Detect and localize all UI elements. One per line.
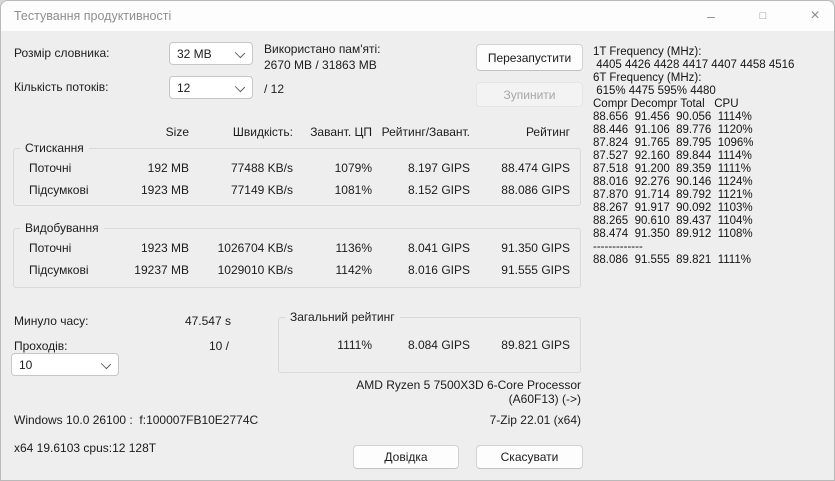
total-rating-row: 1111% 8.084 GIPS 89.821 GIPS bbox=[13, 338, 581, 352]
minimize-icon[interactable]: – bbox=[689, 1, 733, 31]
cpu-panel-line: 88.016 92.276 90.146 1124% bbox=[593, 176, 753, 188]
cpu-panel-line: 87.824 91.765 89.795 1096% bbox=[593, 137, 754, 149]
dictionary-size-select[interactable]: 32 MB bbox=[169, 42, 253, 65]
threads-label: Кількість потоків: bbox=[14, 80, 109, 94]
compression-group-title: Стискання bbox=[25, 141, 84, 155]
window-title: Тестування продуктивності bbox=[14, 9, 172, 23]
cpu-panel-line: 88.265 90.610 89.437 1104% bbox=[593, 215, 753, 227]
cpu-panel-line: 4405 4426 4428 4417 4407 4458 4516 bbox=[593, 59, 795, 71]
column-header-size: Size bbox=[165, 125, 189, 139]
cancel-button[interactable]: Скасувати bbox=[476, 445, 583, 469]
row-label: Підсумкові bbox=[29, 183, 89, 197]
cpu-panel-line: ------------- bbox=[593, 241, 643, 253]
cpu-panel-line: 88.656 91.456 90.056 1114% bbox=[593, 111, 752, 123]
cpu-frequency-panel: 1T Frequency (MHz): 4405 4426 4428 4417 … bbox=[593, 46, 833, 267]
total-rating: 89.821 GIPS bbox=[501, 338, 570, 352]
help-button[interactable]: Довідка bbox=[353, 445, 459, 469]
os-info-text: Windows 10.0 26100 : f:100007FB10E2774C bbox=[14, 413, 259, 427]
cpu-id-text: (A60F13) (->) bbox=[508, 392, 581, 406]
benchmark-dialog: Тестування продуктивності – □ × Розмір с… bbox=[0, 0, 835, 481]
restart-button[interactable]: Перезапустити bbox=[476, 44, 583, 71]
passes-count-value: 10 bbox=[19, 357, 33, 372]
total-cpu-usage: 1111% bbox=[337, 338, 372, 352]
cpu-panel-line: Compr Decompr Total CPU bbox=[593, 98, 739, 110]
threads-select[interactable]: 12 bbox=[169, 76, 253, 99]
threads-value: 12 bbox=[177, 80, 191, 95]
memory-used-value: 2670 MB / 31863 MB bbox=[264, 58, 377, 72]
row-label: Поточні bbox=[29, 161, 72, 175]
chevron-down-icon bbox=[101, 360, 111, 370]
column-header-cpu-usage: Завант. ЦП bbox=[310, 125, 372, 139]
cpu-panel-line: 6T Frequency (MHz): bbox=[593, 72, 702, 84]
chevron-down-icon bbox=[235, 49, 245, 59]
cpu-panel-line: 88.446 91.106 89.776 1120% bbox=[593, 124, 753, 136]
row-label: Підсумкові bbox=[29, 263, 89, 277]
dictionary-size-value: 32 MB bbox=[177, 46, 212, 61]
column-header-speed: Швидкість: bbox=[232, 125, 293, 139]
maximize-icon[interactable]: □ bbox=[741, 1, 785, 31]
table-row: Підсумкові 19237 MB 1029010 KB/s 1142% 8… bbox=[13, 263, 581, 277]
decompression-group-title: Видобування bbox=[25, 221, 99, 235]
elapsed-time-value: 47.547 s bbox=[184, 314, 231, 328]
table-row: Поточні 192 MB 77488 KB/s 1079% 8.197 GI… bbox=[13, 161, 581, 175]
close-icon[interactable]: × bbox=[793, 1, 834, 31]
total-rating-usage: 8.084 GIPS bbox=[407, 338, 470, 352]
table-row: Підсумкові 1923 MB 77149 KB/s 1081% 8.15… bbox=[13, 183, 581, 197]
cpu-panel-line: 87.870 91.714 89.792 1121% bbox=[593, 189, 753, 201]
stop-button: Зупинити bbox=[476, 82, 583, 107]
row-label: Поточні bbox=[29, 241, 72, 255]
cpu-panel-line: 88.267 91.917 90.092 1103% bbox=[593, 202, 753, 214]
cpu-panel-line: 88.474 91.350 89.912 1108% bbox=[593, 228, 753, 240]
threads-max-suffix: / 12 bbox=[264, 82, 285, 96]
total-rating-group-title: Загальний рейтинг bbox=[290, 310, 395, 324]
arch-info-text: x64 19.6103 cpus:12 128T bbox=[14, 441, 157, 455]
column-header-rating-usage: Рейтинг/Завант. bbox=[381, 125, 470, 139]
column-header-rating: Рейтинг bbox=[525, 125, 570, 139]
titlebar: Тестування продуктивності – □ × bbox=[1, 1, 834, 31]
chevron-down-icon bbox=[235, 83, 245, 93]
benchmark-table-header: Size Швидкість: Завант. ЦП Рейтинг/Заван… bbox=[13, 125, 581, 139]
zip-version-text: 7-Zip 22.01 (x64) bbox=[489, 413, 581, 427]
passes-count-select[interactable]: 10 bbox=[11, 353, 119, 376]
cpu-name-text: AMD Ryzen 5 7500X3D 6-Core Processor bbox=[356, 378, 581, 392]
cpu-panel-line: 87.518 91.200 89.359 1111% bbox=[593, 163, 751, 175]
cpu-panel-line: 88.086 91.555 89.821 1111% bbox=[593, 254, 751, 266]
dictionary-size-label: Розмір словника: bbox=[14, 46, 110, 60]
cpu-panel-line: 87.527 92.160 89.844 1114% bbox=[593, 150, 752, 162]
cpu-panel-line: 1T Frequency (MHz): bbox=[593, 46, 702, 58]
memory-used-label: Використано пам'яті: bbox=[264, 42, 381, 56]
cpu-panel-line: 615% 4475 595% 4480 bbox=[593, 85, 716, 97]
table-row: Поточні 1923 MB 1026704 KB/s 1136% 8.041… bbox=[13, 241, 581, 255]
